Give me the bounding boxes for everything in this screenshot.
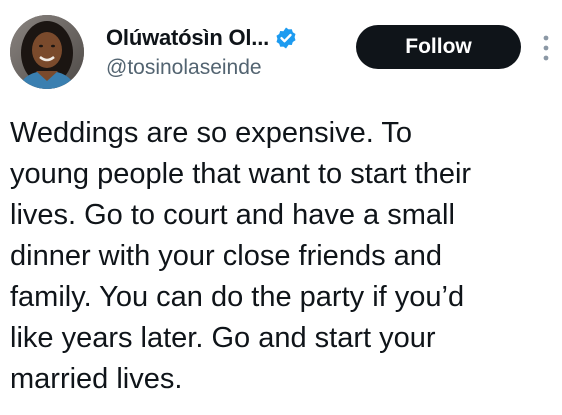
author-handle[interactable]: @tosinolaseinde	[106, 56, 262, 80]
author-display-name[interactable]: Olúwatósìn Ol...	[106, 25, 269, 51]
author-name-row: Olúwatósìn Ol...	[106, 24, 298, 52]
follow-button[interactable]: Follow	[356, 25, 521, 69]
more-options-icon[interactable]	[538, 33, 554, 63]
tweet-text: Weddings are so expensive. To young peop…	[10, 117, 472, 395]
profile-photo-icon	[10, 15, 84, 89]
tweet-card: Olúwatósìn Ol... @tosinolaseinde Follow …	[0, 0, 562, 415]
avatar[interactable]	[10, 15, 84, 89]
verified-badge-icon	[276, 27, 296, 49]
